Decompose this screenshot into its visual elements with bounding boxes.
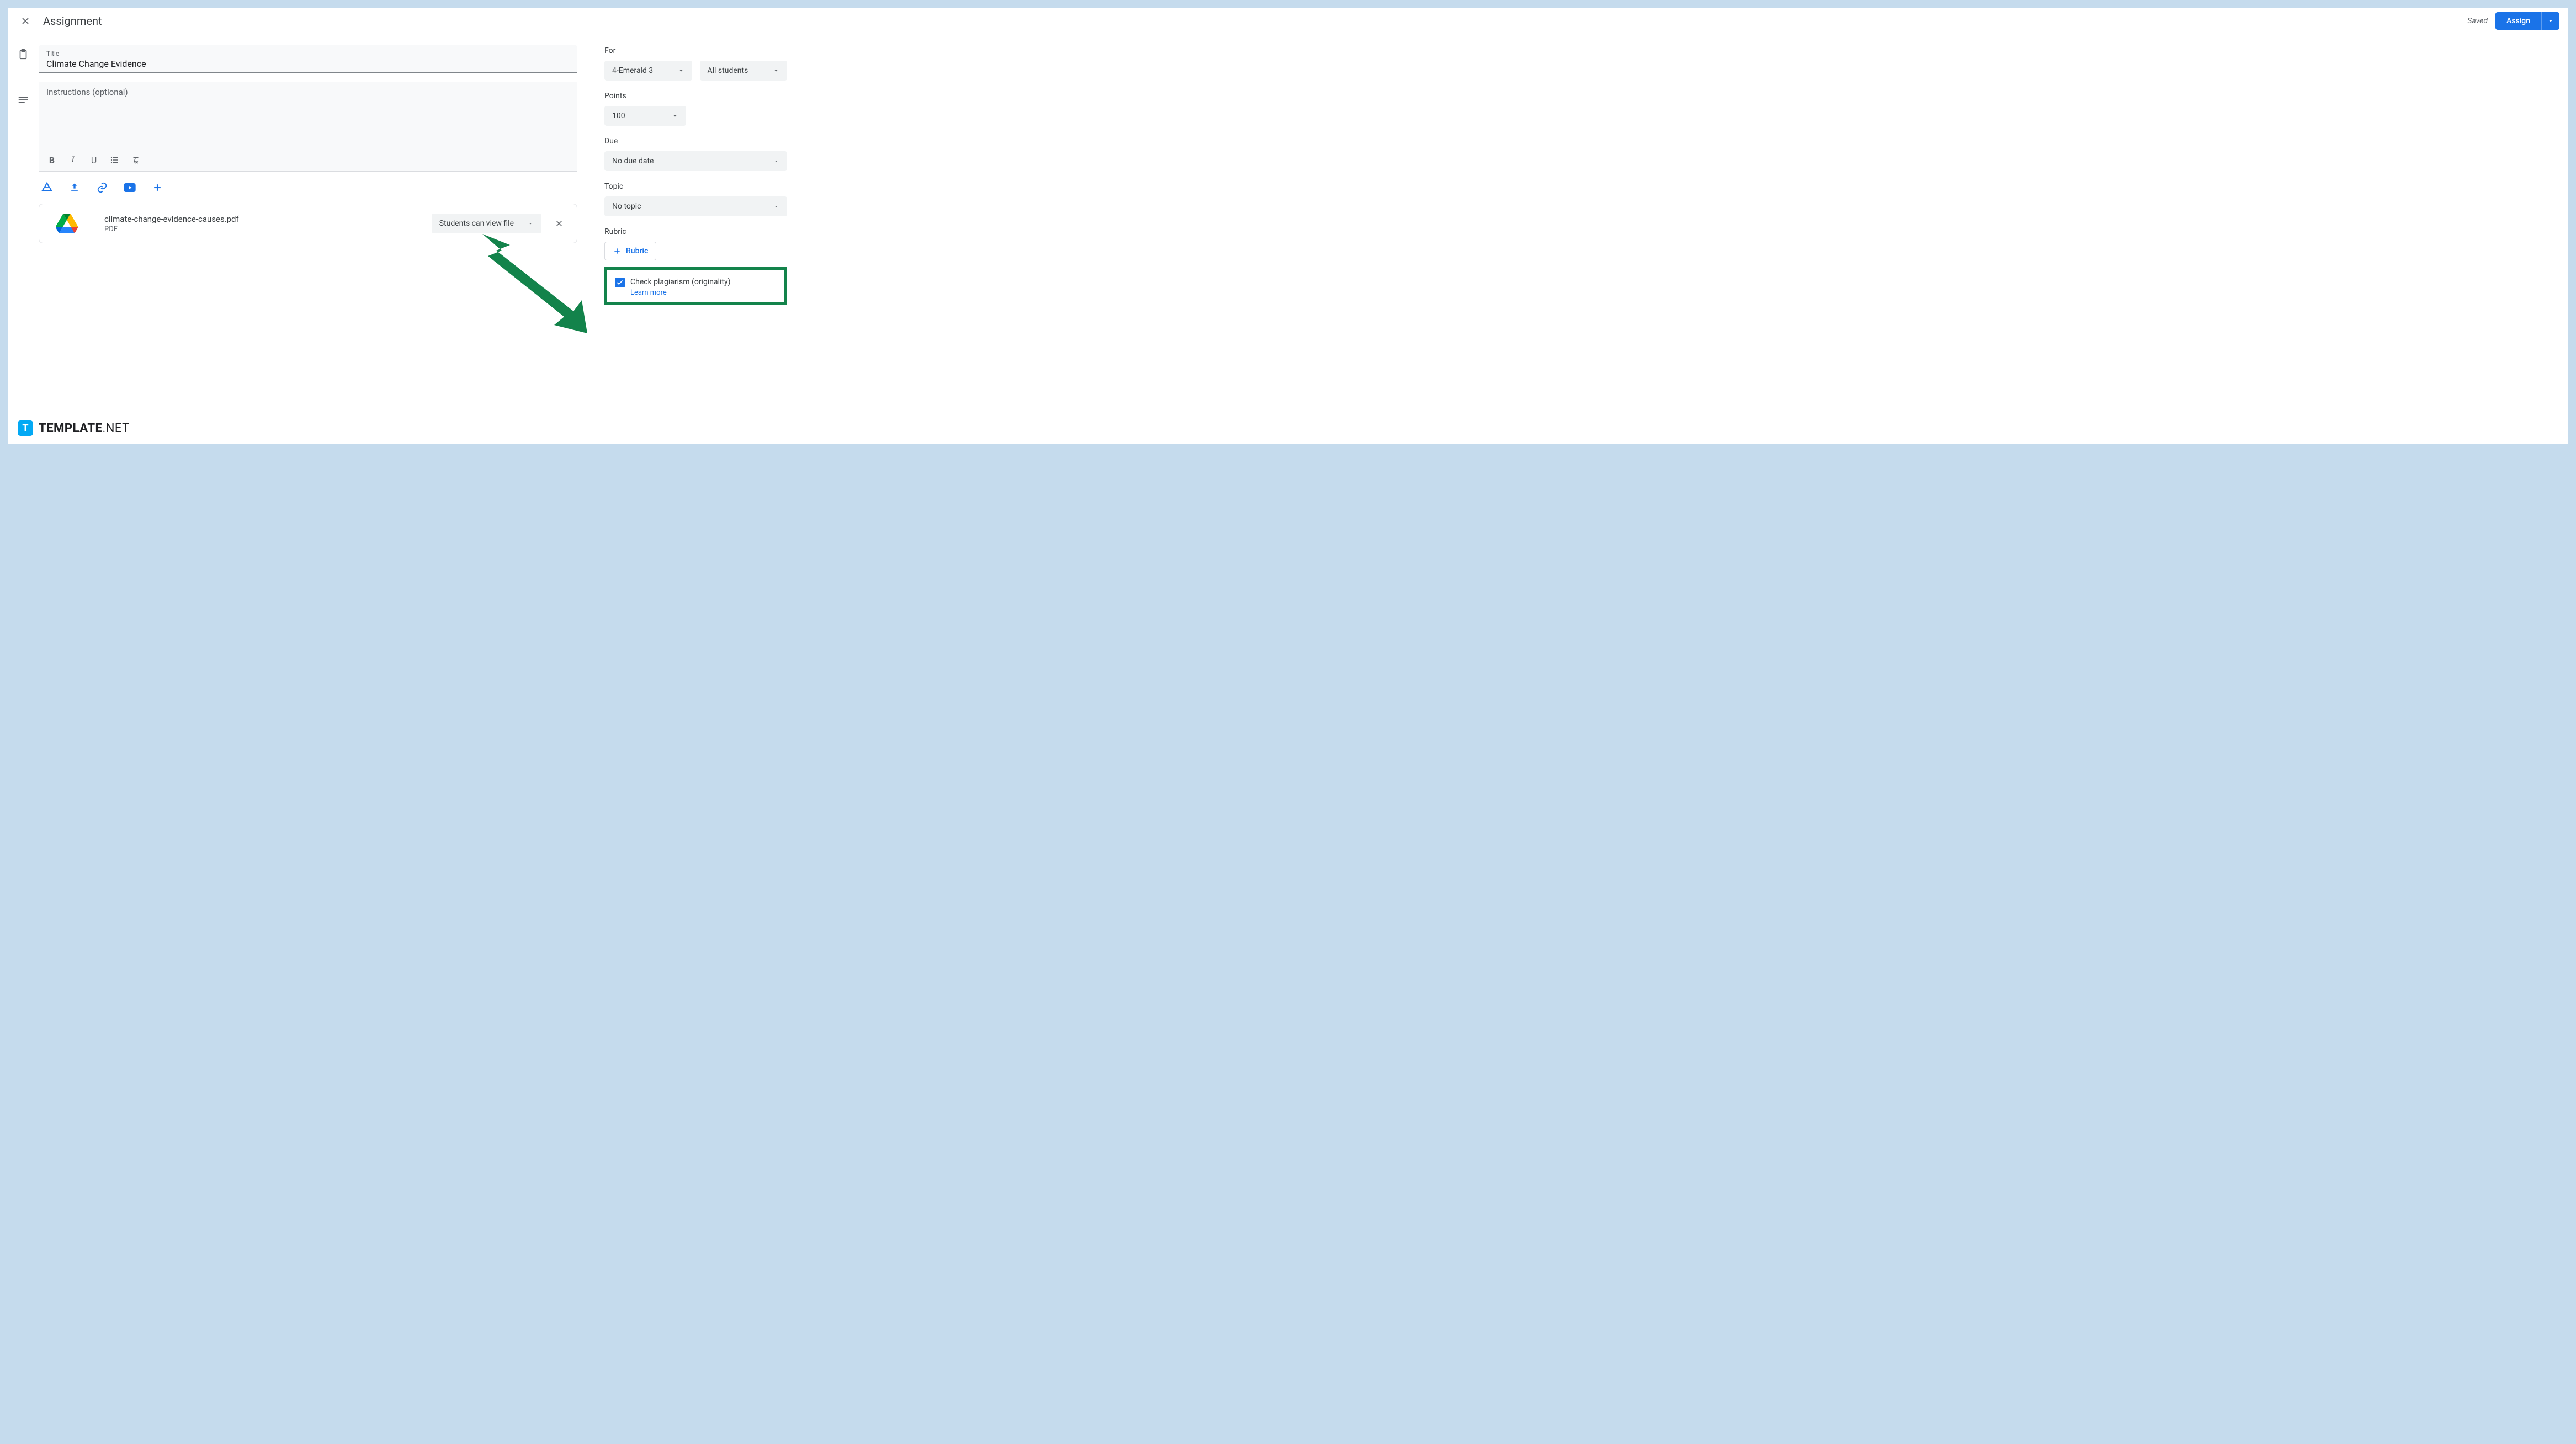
class-value: 4-Emerald 3 <box>612 66 653 75</box>
check-icon <box>616 279 624 286</box>
due-label: Due <box>604 137 787 146</box>
points-label: Points <box>604 92 787 100</box>
attachment-permission: Students can view file <box>432 214 541 233</box>
close-icon <box>20 15 31 26</box>
saved-status: Saved <box>2467 17 2488 25</box>
due-select[interactable]: No due date <box>604 151 787 171</box>
text-icon <box>17 94 29 106</box>
points-select[interactable]: 100 <box>604 106 686 126</box>
close-button[interactable] <box>19 14 32 28</box>
points-value: 100 <box>612 111 625 120</box>
due-value: No due date <box>612 157 654 166</box>
attachment-info: climate-change-evidence-causes.pdf PDF <box>94 214 432 233</box>
assign-dropdown-button[interactable] <box>2541 12 2559 30</box>
watermark-bold: TEMPLATE <box>39 422 102 435</box>
chevron-down-icon <box>678 67 684 74</box>
assignment-window: Assignment Saved Assign Title Instr <box>8 8 2568 444</box>
bullet-list-icon <box>110 155 120 165</box>
clear-format-icon <box>131 155 141 165</box>
add-drive-button[interactable] <box>41 182 53 194</box>
for-label: For <box>604 46 787 55</box>
assign-button-group: Assign <box>2495 12 2559 30</box>
attach-row <box>39 172 577 204</box>
remove-attachment-button[interactable] <box>548 212 570 235</box>
plus-icon <box>152 182 163 193</box>
attachment-name: climate-change-evidence-causes.pdf <box>104 214 422 224</box>
chevron-down-icon <box>773 203 779 210</box>
formatting-toolbar: B I U <box>46 150 570 171</box>
students-value: All students <box>708 66 748 75</box>
italic-button[interactable]: I <box>67 154 78 166</box>
attachment-type: PDF <box>104 225 422 233</box>
assign-button[interactable]: Assign <box>2495 12 2541 30</box>
watermark-light: .NET <box>102 422 129 435</box>
title-field[interactable]: Title <box>39 45 577 73</box>
watermark: T TEMPLATE.NET <box>18 420 130 436</box>
watermark-logo: T <box>18 420 33 436</box>
class-select[interactable]: 4-Emerald 3 <box>604 61 692 81</box>
attachment-card: climate-change-evidence-causes.pdf PDF S… <box>39 204 577 243</box>
clipboard-icon <box>17 49 29 61</box>
chevron-down-icon <box>773 158 779 164</box>
topic-label: Topic <box>604 182 787 191</box>
clear-format-button[interactable] <box>130 154 141 166</box>
youtube-button[interactable] <box>124 182 136 194</box>
create-button[interactable] <box>151 182 163 194</box>
drive-icon <box>41 182 53 194</box>
plagiarism-label: Check plagiarism (originality) <box>630 278 730 286</box>
permission-select[interactable]: Students can view file <box>432 214 541 233</box>
plus-icon <box>613 247 622 255</box>
topic-select[interactable]: No topic <box>604 196 787 216</box>
permission-label: Students can view file <box>439 219 514 228</box>
body: Title Instructions (optional) B I U <box>8 34 2568 444</box>
title-label: Title <box>46 50 570 57</box>
plagiarism-checkbox[interactable] <box>615 278 625 287</box>
students-select[interactable]: All students <box>700 61 788 81</box>
upload-icon <box>69 182 80 193</box>
watermark-text: TEMPLATE.NET <box>39 422 130 435</box>
learn-more-link[interactable]: Learn more <box>630 289 730 297</box>
bullet-list-button[interactable] <box>109 154 120 166</box>
instructions-body[interactable] <box>46 97 570 150</box>
youtube-icon <box>124 183 136 192</box>
rubric-button[interactable]: Rubric <box>604 242 656 260</box>
instructions-field[interactable]: Instructions (optional) B I U <box>39 82 577 172</box>
close-icon <box>554 219 564 228</box>
link-button[interactable] <box>96 182 108 194</box>
chevron-down-icon <box>2547 18 2554 24</box>
chevron-down-icon <box>773 67 779 74</box>
header: Assignment Saved Assign <box>8 8 2568 34</box>
link-icon <box>96 182 108 194</box>
left-icon-column <box>8 34 39 444</box>
bold-button[interactable]: B <box>46 154 57 166</box>
rubric-label: Rubric <box>604 227 787 236</box>
main-column: Title Instructions (optional) B I U <box>39 34 591 444</box>
plagiarism-highlight-box: Check plagiarism (originality) Learn mor… <box>604 267 787 305</box>
sidebar: For 4-Emerald 3 All students Points 100 … <box>591 34 800 444</box>
title-input[interactable] <box>46 58 570 69</box>
page-title: Assignment <box>43 14 102 28</box>
rubric-button-label: Rubric <box>626 247 648 255</box>
instructions-placeholder: Instructions (optional) <box>46 87 570 97</box>
topic-value: No topic <box>612 202 641 211</box>
chevron-down-icon <box>672 113 678 119</box>
chevron-down-icon <box>527 220 534 227</box>
upload-button[interactable] <box>68 182 81 194</box>
underline-button[interactable]: U <box>88 154 99 166</box>
attachment-drive-logo <box>39 204 94 243</box>
